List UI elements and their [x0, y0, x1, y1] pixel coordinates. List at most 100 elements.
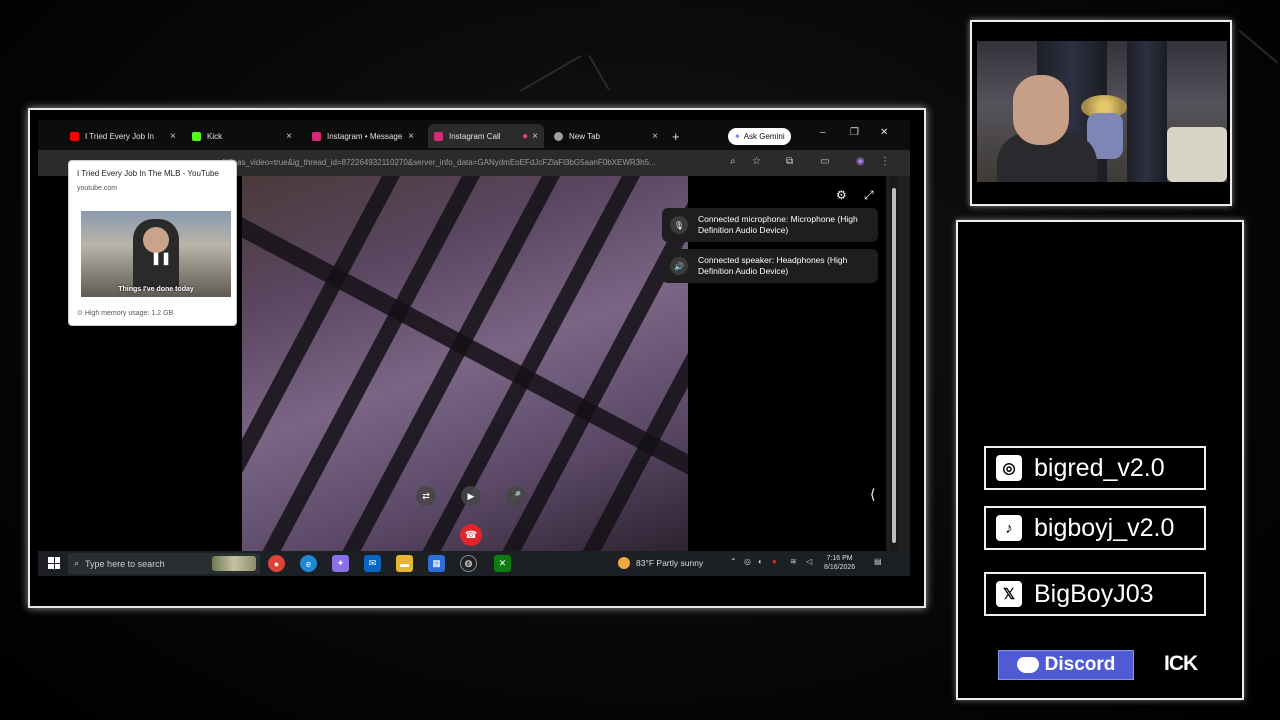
camera-toggle-button[interactable]: ▶ [461, 486, 481, 506]
tiktok-handle: bigboyj_v2.0 [1034, 513, 1175, 542]
close-icon[interactable]: × [532, 131, 538, 142]
close-icon[interactable]: × [652, 131, 658, 142]
taskbar-clock[interactable]: 7:16 PM 8/16/2026 [824, 554, 855, 572]
memory-usage: ⊙ High memory usage: 1.2 GB [77, 309, 173, 317]
copilot-taskbar-icon[interactable]: ✦ [332, 555, 349, 572]
minimize-icon[interactable]: – [820, 127, 826, 138]
instagram-handle: bigred_v2.0 [1034, 453, 1165, 482]
tab-instagram-messages[interactable]: Instagram • Message × [306, 124, 420, 148]
chrome-taskbar-icon[interactable]: ● [268, 555, 285, 572]
speaker-icon: 🔊 [670, 257, 688, 275]
close-icon[interactable]: × [286, 131, 292, 142]
profile-icon[interactable]: ◉ [856, 156, 865, 167]
new-tab-button[interactable]: + [672, 129, 680, 144]
close-icon[interactable]: × [170, 131, 176, 142]
settings-gear-icon[interactable]: ⚙ [836, 188, 847, 202]
taskbar-search[interactable]: ⌕ Type here to search [68, 553, 260, 574]
x-icon: 𝕏 [996, 581, 1022, 607]
mic-connected-notice: 🎙 Connected microphone: Microphone (High… [662, 208, 878, 242]
search-placeholder: Type here to search [85, 558, 165, 569]
tray-app-icon[interactable]: ◎ [744, 557, 751, 566]
menu-dots-icon[interactable]: ⋮ [880, 156, 890, 167]
tab-title: New Tab [569, 131, 600, 141]
clock-time: 7:16 PM [826, 555, 853, 562]
weather-widget[interactable]: 83°F Partly sunny [618, 557, 703, 569]
collapse-chevron-icon[interactable]: ⟨ [870, 486, 875, 503]
hover-card-title: I Tried Every Job In The MLB - YouTube [77, 169, 219, 178]
discord-logo: Discord [998, 650, 1134, 680]
memory-text: High memory usage: 1.2 GB [84, 310, 174, 317]
browser-window: I Tried Every Job In × Kick × Instagram … [38, 120, 910, 576]
ask-gemini-button[interactable]: ✦ Ask Gemini [728, 128, 791, 145]
tab-youtube[interactable]: I Tried Every Job In × [64, 124, 182, 148]
tiktok-icon: ♪ [996, 515, 1022, 541]
gemini-icon: ✦ [734, 132, 741, 141]
mic-notice-text: Connected microphone: Microphone (High D… [698, 214, 858, 235]
search-highlight-image [212, 556, 256, 571]
tab-title: Instagram • Message [327, 131, 403, 141]
tray-chevron-icon[interactable]: ⌃ [730, 557, 737, 566]
tab-title: Instagram Call [449, 131, 501, 141]
webcam-feed [977, 41, 1227, 182]
bg-line [520, 55, 582, 92]
chrome-icon [554, 131, 563, 141]
tab-instagram-call[interactable]: Instagram Call ● × [428, 124, 544, 148]
search-icon: ⌕ [74, 558, 80, 568]
store-taskbar-icon[interactable]: ▦ [428, 555, 445, 572]
thumbnail-face [143, 227, 169, 253]
mic-toggle-button[interactable]: 🎤 [506, 486, 526, 506]
windows-taskbar: ⌕ Type here to search ● e ✦ ✉ ▬ ▦ ◍ ✕ 83… [38, 551, 910, 576]
partly-sunny-icon [618, 557, 630, 569]
wifi-icon[interactable]: ≋ [790, 557, 797, 566]
zoom-icon[interactable]: ⌕ [730, 156, 736, 167]
speaker-connected-notice: 🔊 Connected speaker: Headphones (High De… [662, 249, 878, 283]
close-window-icon[interactable]: ✕ [880, 127, 888, 138]
restore-icon[interactable]: ❐ [850, 127, 859, 138]
hover-card-domain: youtube.com [77, 185, 118, 192]
instagram-icon [434, 131, 443, 141]
volume-icon[interactable]: ◁ [806, 557, 812, 566]
chair [1167, 127, 1227, 182]
stream-overlay: I Tried Every Job In × Kick × Instagram … [0, 0, 1280, 720]
recording-icon: ● [522, 130, 529, 142]
screen-capture-frame: I Tried Every Job In × Kick × Instagram … [28, 108, 926, 608]
tray-app-icon[interactable]: ◐ [758, 557, 763, 566]
close-icon[interactable]: × [408, 131, 414, 142]
tray-record-icon[interactable]: ● [772, 557, 777, 566]
memory-icon: ⊙ [77, 310, 85, 317]
tab-strip: I Tried Every Job In × Kick × Instagram … [38, 120, 910, 150]
bg-line [1238, 30, 1279, 64]
obs-taskbar-icon[interactable]: ◍ [460, 555, 477, 572]
file-explorer-icon[interactable]: ▬ [396, 555, 413, 572]
scrollbar-thumb[interactable] [892, 188, 896, 543]
edge-taskbar-icon[interactable]: e [300, 555, 317, 572]
tab-title: Kick [207, 131, 223, 141]
extensions-icon[interactable]: ⧉ [786, 156, 793, 167]
microphone-icon: 🎙 [670, 216, 688, 234]
social-tiktok: ♪ bigboyj_v2.0 [984, 506, 1206, 550]
tab-title: I Tried Every Job In [85, 131, 154, 141]
bookmark-star-icon[interactable]: ☆ [752, 156, 761, 167]
notifications-icon[interactable]: ▤ [874, 557, 882, 566]
url-field[interactable]: all/?has_video=true&ig_thread_id=8722649… [218, 154, 718, 172]
clock-date: 8/16/2026 [824, 564, 856, 571]
tab-hover-card: I Tried Every Job In The MLB - YouTube y… [68, 160, 237, 326]
video-thumbnail: ❚❚ Things I've done today [81, 211, 231, 297]
pause-icon: ❚❚ [151, 251, 172, 265]
instagram-icon [312, 131, 321, 141]
end-call-button[interactable]: ☎ [460, 524, 482, 546]
switch-camera-button[interactable]: ⇄ [416, 486, 436, 506]
kick-icon [192, 131, 201, 141]
xbox-taskbar-icon[interactable]: ✕ [494, 555, 511, 572]
social-x: 𝕏 BigBoyJ03 [984, 572, 1206, 616]
webcam-frame [970, 20, 1232, 206]
cast-icon[interactable]: ▭ [820, 156, 829, 167]
outlook-taskbar-icon[interactable]: ✉ [364, 555, 381, 572]
fullscreen-icon[interactable]: ⤢ [864, 188, 874, 203]
bg-line [588, 55, 610, 91]
tab-new[interactable]: New Tab × [548, 124, 664, 148]
kick-logo: ICK [1164, 652, 1198, 675]
tab-kick[interactable]: Kick × [186, 124, 298, 148]
windows-start-icon[interactable] [48, 557, 60, 569]
streamer-face [1013, 75, 1069, 145]
